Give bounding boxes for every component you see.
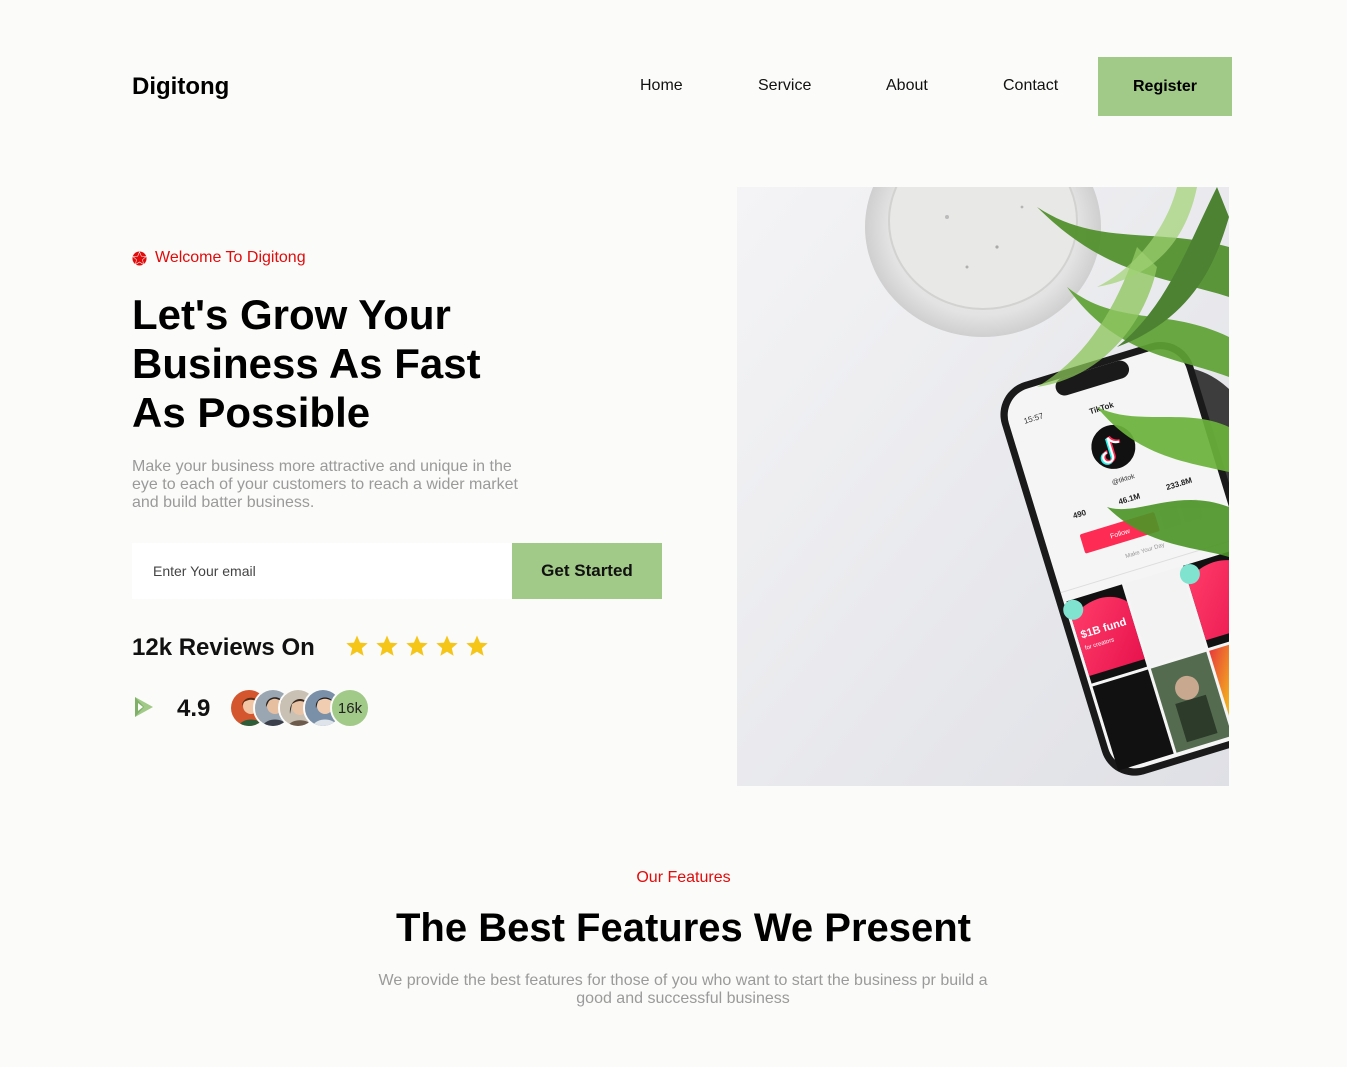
nav-about-link[interactable]: About	[886, 77, 928, 95]
reviews-label: 12k Reviews On	[132, 634, 315, 661]
nav-contact-link[interactable]: Contact	[1003, 77, 1058, 95]
email-signup-form: Get Started	[132, 543, 662, 599]
hero-title: Let's Grow Your Business As Fast As Poss…	[132, 290, 552, 437]
star-icon	[406, 635, 428, 656]
get-started-button[interactable]: Get Started	[512, 543, 662, 599]
hero-eyebrow: Welcome To Digitong	[132, 249, 306, 267]
play-store-icon[interactable]	[133, 696, 155, 718]
hero-eyebrow-text: Welcome To Digitong	[155, 249, 306, 266]
nav-service-link[interactable]: Service	[758, 77, 811, 95]
nav-home-link[interactable]: Home	[640, 77, 683, 95]
avatar-count-badge: 16k	[330, 688, 370, 728]
phone-photo: 15:57 TikTok @tiktok 490 46.1M 233.8M Fo…	[737, 187, 1229, 786]
hero-title-line: Let's Grow Your	[132, 291, 451, 338]
hero-image: 15:57 TikTok @tiktok 490 46.1M 233.8M Fo…	[737, 187, 1229, 786]
features-title: The Best Features We Present	[395, 906, 972, 950]
star-icon	[436, 635, 458, 656]
star-icon	[376, 635, 398, 656]
star-badge-icon	[132, 250, 147, 266]
star-icon	[346, 635, 368, 656]
hero-title-line: As Possible	[132, 389, 371, 436]
register-button[interactable]: Register	[1098, 57, 1232, 116]
star-rating	[345, 634, 489, 658]
features-description: We provide the best features for those o…	[378, 972, 988, 1007]
star-icon	[466, 635, 488, 656]
email-input[interactable]	[132, 543, 512, 599]
features-eyebrow: Our Features	[636, 869, 731, 886]
hero-title-line: Business As Fast	[132, 340, 481, 387]
logo[interactable]: Digitong	[132, 73, 229, 101]
hero-description: Make your business more attractive and u…	[132, 458, 518, 511]
rating-value: 4.9	[177, 695, 211, 722]
